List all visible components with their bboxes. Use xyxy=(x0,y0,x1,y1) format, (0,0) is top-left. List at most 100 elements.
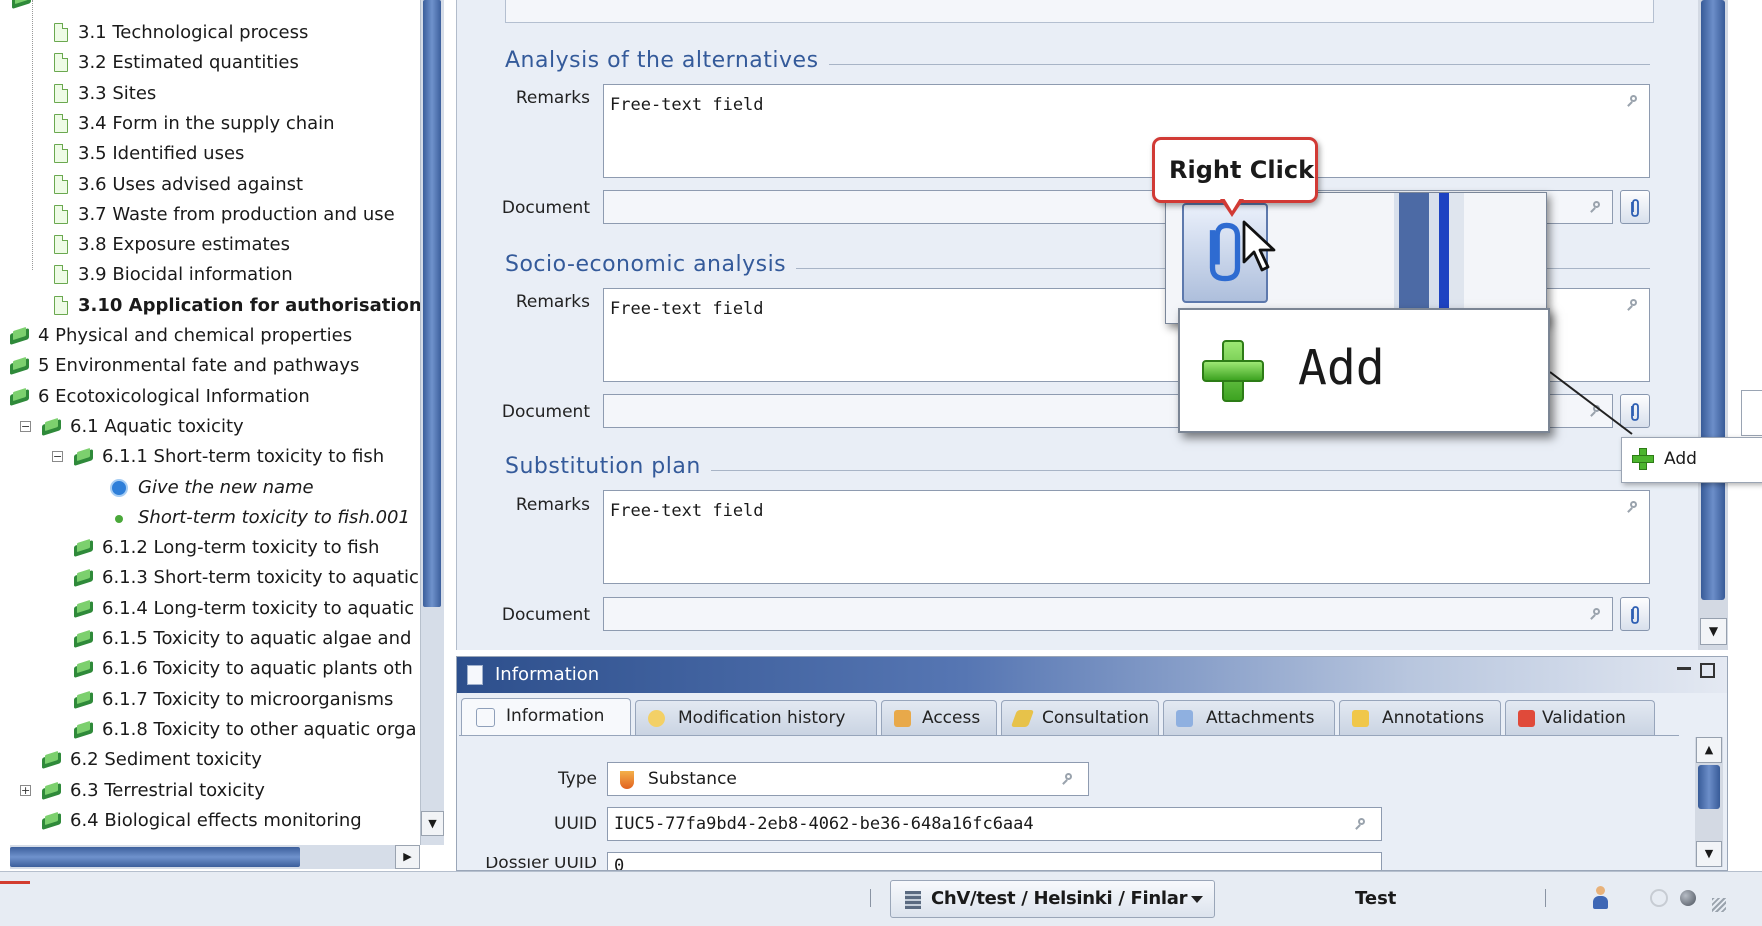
remarks-field-substitution[interactable]: Free-text field xyxy=(603,490,1650,584)
resize-grip-icon[interactable] xyxy=(1712,898,1726,912)
tree-hscroll-thumb[interactable] xyxy=(10,847,300,867)
tab-label: Access xyxy=(922,708,981,728)
document-icon xyxy=(476,708,495,727)
book-icon xyxy=(10,389,30,405)
book-icon xyxy=(42,419,62,435)
add-menu-item: Add xyxy=(1664,449,1697,469)
previous-field-box[interactable] xyxy=(505,0,1654,23)
scroll-down-button[interactable]: ▼ xyxy=(1696,841,1722,867)
book-icon xyxy=(42,783,62,799)
tree-item-label: 6.1.5 Toxicity to aquatic algae and xyxy=(102,628,412,649)
tree-item-label: 5 Environmental fate and pathways xyxy=(38,355,360,376)
tree-item-label: 3.8 Exposure estimates xyxy=(78,234,290,255)
remarks-value: Free-text field xyxy=(610,501,764,521)
book-icon xyxy=(74,449,94,465)
document-label: Document xyxy=(501,198,590,218)
scroll-right-button[interactable]: ▶ xyxy=(395,845,420,869)
search-icon[interactable] xyxy=(1627,95,1639,107)
scroll-up-button[interactable]: ▲ xyxy=(1696,737,1722,763)
database-icon xyxy=(905,891,921,909)
search-icon[interactable] xyxy=(1627,299,1639,311)
tab-label: Modification history xyxy=(678,708,846,728)
book-icon xyxy=(10,358,30,374)
uuid-field[interactable]: IUC5-77fa9bd4-2eb8-4062-be36-648a16fc6aa… xyxy=(607,807,1382,841)
tree-item-label: Give the new name xyxy=(138,477,314,498)
book-icon xyxy=(74,601,94,617)
search-icon[interactable] xyxy=(1627,501,1639,513)
book-icon xyxy=(74,722,94,738)
collapse-icon[interactable]: − xyxy=(52,451,63,462)
flask-icon xyxy=(620,771,634,789)
search-icon[interactable] xyxy=(1355,818,1367,830)
document-label: Document xyxy=(501,605,590,625)
document-icon xyxy=(54,175,68,194)
database-selector[interactable]: ChV/test / Helsinki / Finlar xyxy=(890,880,1215,918)
tree-scroll-thumb[interactable] xyxy=(423,0,441,607)
attach-document-button[interactable] xyxy=(1620,597,1650,631)
type-label: Type xyxy=(557,769,597,789)
document-field-substitution[interactable] xyxy=(603,597,1613,631)
section-title-analysis: Analysis of the alternatives xyxy=(505,48,829,73)
editor-vertical-scrollbar[interactable] xyxy=(1698,0,1728,650)
scroll-down-button[interactable]: ▼ xyxy=(421,811,444,836)
remarks-label: Remarks xyxy=(515,88,590,108)
book-icon xyxy=(10,328,30,344)
search-icon[interactable] xyxy=(1062,773,1074,785)
record-icon xyxy=(110,479,128,497)
tree-item-label: 3.4 Form in the supply chain xyxy=(78,113,335,134)
search-icon[interactable] xyxy=(1590,608,1602,620)
document-icon xyxy=(54,205,68,224)
remarks-field-analysis[interactable]: Free-text field xyxy=(603,84,1650,178)
tab-attachments[interactable]: Attachments xyxy=(1163,700,1335,736)
paperclip-icon xyxy=(1176,710,1193,727)
tab-access[interactable]: Access xyxy=(881,700,997,736)
context-menu-add[interactable]: Add xyxy=(1621,437,1762,483)
tree-item-label: 6.1.4 Long-term toxicity to aquatic xyxy=(102,598,415,619)
expand-icon[interactable]: + xyxy=(20,785,31,796)
tree-item-label: Short-term toxicity to fish.001 xyxy=(138,507,410,528)
add-label-large: Add xyxy=(1298,340,1385,396)
connector-line xyxy=(1549,371,1633,435)
right-click-callout: Right Click xyxy=(1152,137,1318,203)
user-icon[interactable] xyxy=(1592,886,1608,910)
navigation-tree: 3.1 Technological process 3.2 Estimated q… xyxy=(10,0,433,845)
tree-item-label: 3.9 Biocidal information xyxy=(78,264,293,285)
search-icon[interactable] xyxy=(1590,201,1602,213)
remarks-value: Free-text field xyxy=(610,299,764,319)
tab-consultation[interactable]: Consultation xyxy=(1001,700,1159,736)
type-field[interactable]: Substance xyxy=(607,762,1089,796)
editor-scroll-thumb[interactable] xyxy=(1701,0,1725,600)
document-icon xyxy=(54,265,68,284)
tree-item-label: 6.1.8 Toxicity to other aquatic orga xyxy=(102,719,417,740)
zoomed-scrollbar xyxy=(1394,193,1464,323)
tree-item-label: 6.2 Sediment toxicity xyxy=(70,749,262,770)
tree-item-label: 6.1.7 Toxicity to microorganisms xyxy=(102,689,394,710)
zoomed-add-menu[interactable]: Add xyxy=(1178,308,1550,433)
context-menu-edge xyxy=(1741,390,1762,436)
tree-item-label: 4 Physical and chemical properties xyxy=(38,325,353,346)
scroll-down-button[interactable]: ▼ xyxy=(1700,618,1727,645)
book-icon xyxy=(42,752,62,768)
callout-text: Right Click xyxy=(1169,156,1315,184)
mouse-cursor-icon xyxy=(1242,220,1276,272)
book-icon xyxy=(74,692,94,708)
section-title-socio-economic: Socio-economic analysis xyxy=(505,252,797,277)
collapse-icon[interactable]: − xyxy=(20,421,31,432)
tab-modification-history[interactable]: Modification history xyxy=(635,700,877,736)
attach-document-button[interactable] xyxy=(1620,190,1650,224)
information-title: Information xyxy=(495,664,600,685)
dossier-uuid-value: 0 xyxy=(614,856,625,870)
dossier-uuid-field[interactable]: 0 xyxy=(607,852,1382,870)
status-bar xyxy=(0,871,1762,926)
tree-horizontal-scrollbar[interactable]: ▶ xyxy=(10,845,420,869)
minimize-button[interactable] xyxy=(1677,667,1691,670)
uuid-label: UUID xyxy=(554,814,597,834)
maximize-button[interactable] xyxy=(1700,663,1715,678)
tree-item-label: 3.10 Application for authorisation of xyxy=(78,295,433,316)
info-scroll-thumb[interactable] xyxy=(1698,765,1720,809)
tab-annotations[interactable]: Annotations xyxy=(1339,700,1501,736)
tab-validation[interactable]: Validation xyxy=(1505,700,1655,736)
tree-vertical-scrollbar[interactable]: ▼ xyxy=(420,0,444,845)
tab-information[interactable]: Information xyxy=(461,698,631,736)
plus-icon xyxy=(1632,448,1654,470)
